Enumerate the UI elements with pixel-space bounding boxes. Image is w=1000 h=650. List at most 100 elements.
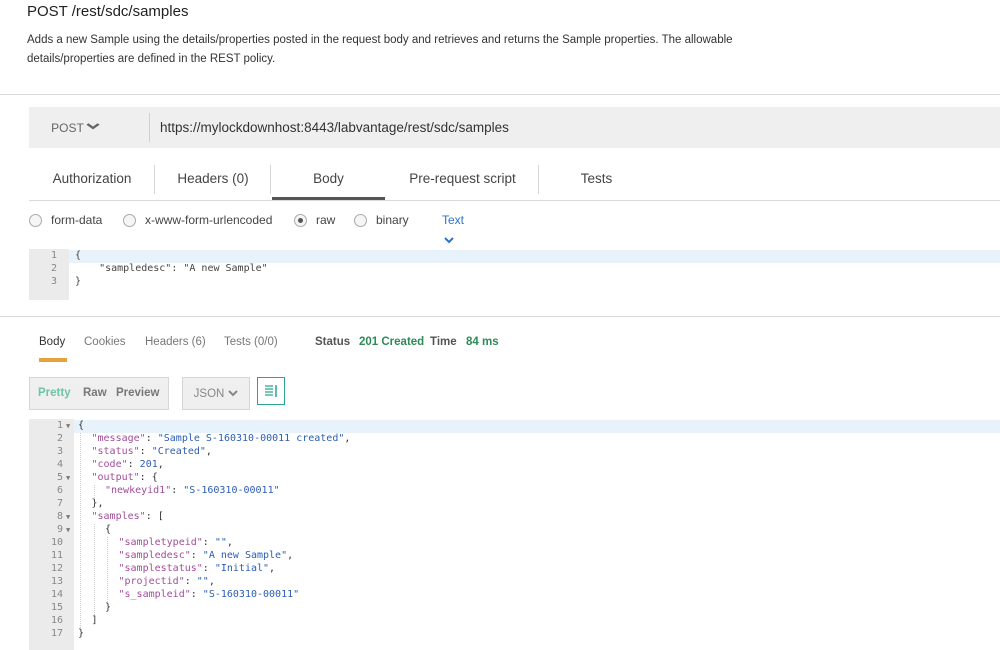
url-input[interactable]: https://mylockdownhost:8443/labvantage/r… bbox=[160, 107, 509, 148]
radio-circle bbox=[123, 213, 136, 227]
response-body-viewer[interactable]: 1 ▼{2 "message": "Sample S-160310-00011 cr… bbox=[29, 419, 1000, 650]
tab-pre-request-script[interactable]: Pre-request script bbox=[386, 160, 539, 201]
wrap-lines-button[interactable] bbox=[257, 377, 285, 405]
json-line: "message": "Sample S-160310-00011 create… bbox=[92, 433, 351, 444]
json-colon: : bbox=[139, 472, 152, 483]
json-key: "samples" bbox=[91, 511, 146, 522]
request-tabs: Authorization Headers (0) Body Pre-reque… bbox=[29, 160, 1000, 201]
json-colon: : bbox=[127, 459, 140, 470]
radio-x-www-form-urlencoded[interactable]: x-www-form-urlencoded bbox=[123, 210, 272, 230]
json-line: ] bbox=[92, 615, 98, 626]
tabs-underline bbox=[29, 200, 1000, 201]
radio-label: form-data bbox=[51, 213, 103, 227]
method-dropdown[interactable]: POST bbox=[29, 107, 120, 148]
section-divider bbox=[0, 94, 1000, 95]
line-number: 6 bbox=[56, 485, 63, 496]
line-number: 15 bbox=[50, 602, 63, 613]
code-line: { bbox=[75, 250, 82, 261]
line-number: 4 bbox=[56, 459, 63, 470]
json-key: "message" bbox=[91, 433, 146, 444]
json-punctuation: , bbox=[208, 576, 215, 587]
tab-headers[interactable]: Headers (0) bbox=[155, 160, 271, 201]
json-key: "status" bbox=[91, 446, 140, 457]
json-value: "A new Sample" bbox=[202, 550, 288, 561]
response-tab-headers[interactable]: Headers (6) bbox=[145, 336, 206, 354]
line-number: 5 bbox=[56, 472, 63, 483]
radio-form-data[interactable]: form-data bbox=[29, 210, 102, 230]
json-colon: : bbox=[184, 576, 197, 587]
tab-authorization[interactable]: Authorization bbox=[29, 160, 155, 201]
format-dropdown[interactable]: JSON bbox=[182, 377, 250, 410]
json-line: "sampledesc": "A new Sample", bbox=[119, 550, 294, 561]
fold-toggle-icon[interactable]: ▼ bbox=[66, 474, 70, 482]
line-number: 3 bbox=[50, 276, 57, 287]
response-tab-body[interactable]: Body bbox=[39, 336, 68, 362]
radio-label: raw bbox=[316, 213, 336, 227]
view-preview-button[interactable]: Preview bbox=[116, 378, 159, 409]
json-value: "S-160310-00011" bbox=[183, 485, 280, 496]
json-colon: : bbox=[202, 563, 215, 574]
fold-toggle-icon[interactable]: ▼ bbox=[66, 526, 70, 534]
line-number: 1 bbox=[56, 420, 63, 431]
radio-circle bbox=[354, 213, 367, 227]
json-value: 201 bbox=[139, 459, 158, 470]
chevron-down-icon bbox=[228, 390, 239, 397]
time-label: Time bbox=[430, 336, 457, 348]
json-colon: : bbox=[145, 511, 158, 522]
view-pretty-button[interactable]: Pretty bbox=[38, 378, 71, 409]
radio-raw[interactable]: raw bbox=[294, 210, 335, 230]
json-colon: : bbox=[139, 446, 152, 457]
request-url-bar: POST https://mylockdownhost:8443/labvant… bbox=[29, 107, 1000, 148]
json-punctuation: }, bbox=[91, 498, 104, 509]
json-line: "code": 201, bbox=[92, 459, 164, 470]
fold-toggle-icon[interactable]: ▼ bbox=[66, 422, 70, 430]
json-punctuation: } bbox=[105, 602, 112, 613]
fold-toggle-icon[interactable]: ▼ bbox=[66, 513, 70, 521]
json-punctuation: { bbox=[105, 524, 112, 535]
tab-body[interactable]: Body bbox=[271, 160, 386, 201]
json-line: } bbox=[105, 602, 111, 613]
response-tab-tests[interactable]: Tests (0/0) bbox=[224, 336, 278, 354]
json-line: { bbox=[105, 524, 111, 535]
section-divider bbox=[0, 316, 1000, 317]
json-key: "projectid" bbox=[118, 576, 185, 587]
line-number: 9 bbox=[56, 524, 63, 535]
line-number: 11 bbox=[50, 550, 63, 561]
indent-guide bbox=[80, 433, 81, 628]
json-punctuation: } bbox=[78, 628, 85, 639]
request-body-editor[interactable]: 1 2 3 { "sampledesc": "A new Sample" } bbox=[29, 249, 1000, 300]
wrap-lines-icon bbox=[265, 385, 277, 397]
json-punctuation: , bbox=[269, 563, 276, 574]
radio-label: x-www-form-urlencoded bbox=[145, 213, 273, 227]
radio-circle-selected bbox=[294, 213, 307, 227]
response-tab-cookies[interactable]: Cookies bbox=[84, 336, 126, 354]
json-line: "newkeyid1": "S-160310-00011" bbox=[105, 485, 280, 496]
view-raw-button[interactable]: Raw bbox=[83, 378, 107, 409]
json-value: "Initial" bbox=[214, 563, 270, 574]
url-divider bbox=[149, 113, 150, 142]
json-key: "newkeyid1" bbox=[105, 485, 172, 496]
json-line: "status": "Created", bbox=[92, 446, 212, 457]
view-mode-group: Pretty Raw Preview bbox=[29, 377, 169, 410]
json-line: "projectid": "", bbox=[119, 576, 215, 587]
json-line: } bbox=[78, 628, 84, 639]
content-type-dropdown[interactable]: Text bbox=[442, 210, 465, 244]
radio-label: binary bbox=[376, 213, 409, 227]
json-value: "S-160310-00011" bbox=[202, 589, 300, 600]
content-type-label: Text bbox=[442, 213, 465, 227]
page-title: POST /rest/sdc/samples bbox=[27, 3, 189, 20]
line-number: 12 bbox=[50, 563, 63, 574]
radio-binary[interactable]: binary bbox=[354, 210, 409, 230]
json-value: "Created" bbox=[151, 446, 206, 457]
json-punctuation: ] bbox=[91, 615, 98, 626]
tab-tests[interactable]: Tests bbox=[539, 160, 654, 201]
json-colon: : bbox=[202, 537, 215, 548]
line-number: 10 bbox=[50, 537, 63, 548]
json-value: "" bbox=[196, 576, 209, 587]
line-number: 2 bbox=[56, 433, 63, 444]
line-number: 14 bbox=[50, 589, 63, 600]
indent-guide bbox=[107, 537, 108, 602]
chevron-down-icon bbox=[86, 122, 100, 133]
json-punctuation: , bbox=[205, 446, 212, 457]
json-punctuation: , bbox=[344, 433, 351, 444]
